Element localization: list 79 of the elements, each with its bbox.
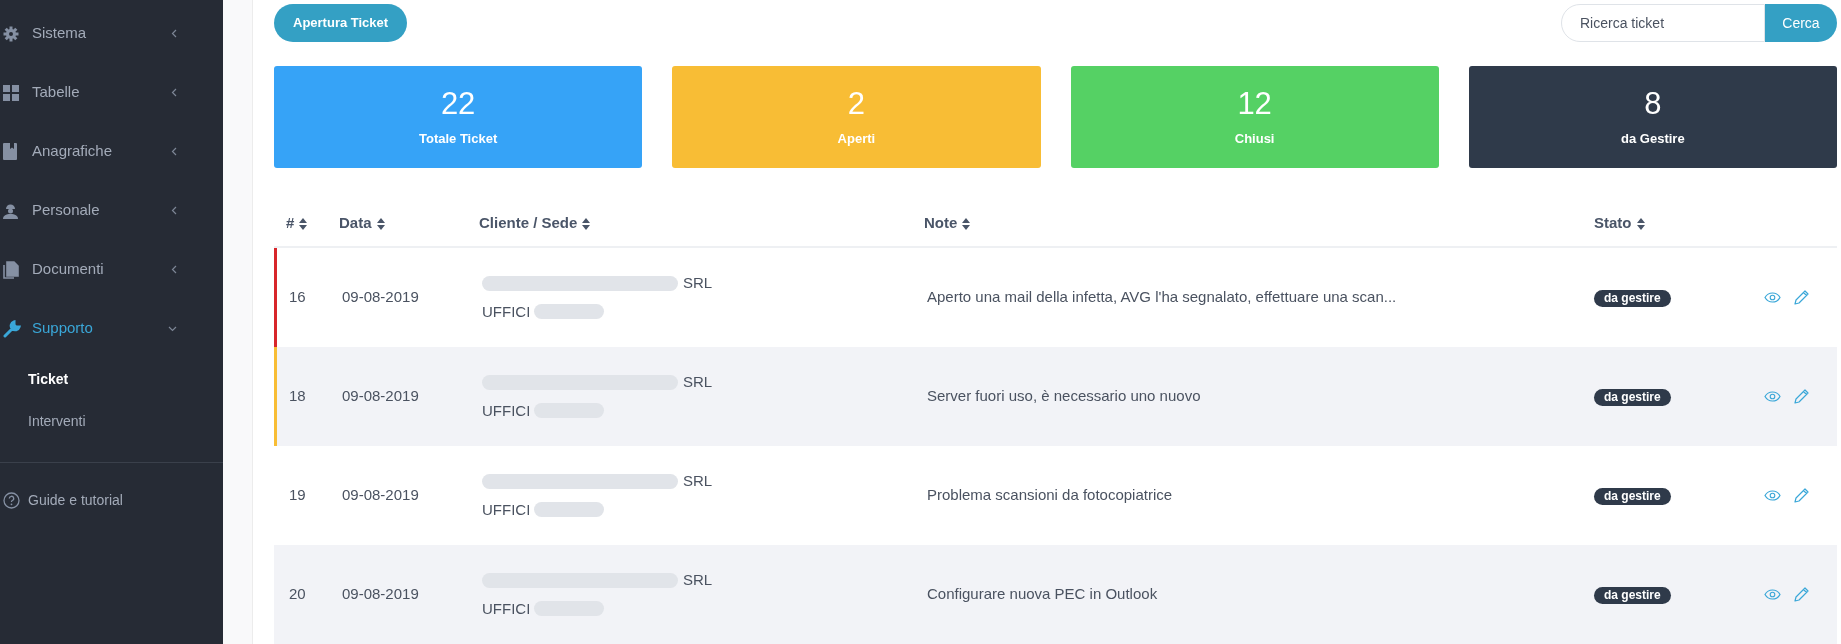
table-cell: 18 [289,387,306,405]
table-cell: 09-08-2019 [342,585,419,603]
table-cell: 09-08-2019 [342,486,419,504]
stat-label: Totale Ticket [419,130,498,149]
stat-label: Aperti [837,130,876,149]
column-header[interactable]: Stato [1594,212,1645,235]
help-icon [3,491,20,509]
chevron-left-icon [171,206,177,215]
status-badge: da gestire [1594,290,1671,308]
column-header[interactable]: Data [339,212,385,235]
stat-value: 8 [1644,85,1662,124]
status-badge: da gestire [1594,488,1671,506]
stat-label: Chiusi [1234,130,1275,149]
view-icon[interactable] [1764,292,1781,303]
table-cell: 20 [289,585,306,603]
table-cell-text: SRL [683,273,713,293]
table-cell-text: SRL [683,471,713,491]
column-header[interactable]: Cliente / Sede [479,212,591,235]
table-cell: 09-08-2019 [342,288,419,306]
chevron-left-icon [171,29,177,38]
sidebar-item[interactable]: Guide e tutorial [0,480,223,520]
column-header[interactable]: # [286,212,308,235]
table-cell-text: SRL [683,570,713,590]
blurred-text [534,502,605,518]
gear-icon [3,25,19,42]
status-badge: da gestire [1594,389,1671,407]
table-row[interactable]: 20 09-08-2019 SRL UFFICI Configurare nuova PEC in Outlook da gestire [274,545,1837,644]
sort-icon [299,217,308,230]
table-cell-text: UFFICI [482,598,531,619]
wrench-icon [3,319,21,338]
sort-icon [962,217,971,230]
stat-label: da Gestire [1621,130,1685,149]
edit-icon[interactable] [1794,290,1809,305]
search-field[interactable]: Ricerca ticket [1561,4,1765,42]
stat-value: 22 [440,85,476,124]
sidebar-item[interactable]: Anagrafiche [0,122,223,181]
table-cell-text: UFFICI [482,400,531,421]
table-cell: 19 [289,486,306,504]
submenu-item[interactable]: Interventi [0,400,223,442]
table-cell: Aperto una mail della infetta, AVG l'ha segnalato, effettuare una scan... [927,288,1397,306]
sort-icon [582,217,591,230]
edit-icon[interactable] [1794,587,1809,602]
sort-icon [376,217,385,230]
worker-icon [3,202,18,219]
submenu-item[interactable]: Ticket [0,358,223,400]
chevron-down-icon [168,325,177,332]
sort-icon [1636,217,1645,230]
table-cell: Server fuori uso, è necessario uno nuovo [927,387,1201,405]
column-header[interactable]: Note [924,212,971,235]
status-badge: da gestire [1594,587,1671,605]
stat-value: 12 [1237,85,1272,124]
table-cell-text: UFFICI [482,499,531,520]
table-row[interactable]: 16 09-08-2019 SRL UFFICI Aperto una mail della infetta, AVG l'ha segnalato, effettuare una scan... da gestire [274,248,1837,347]
view-icon[interactable] [1764,490,1781,501]
table-cell-text: SRL [683,372,713,392]
sidebar-item[interactable]: Supporto [0,299,223,358]
table-cell-text: UFFICI [482,301,531,322]
documents-icon [3,260,19,279]
edit-icon[interactable] [1794,389,1809,404]
edit-icon[interactable] [1794,488,1809,503]
view-icon[interactable] [1764,589,1781,600]
table-row[interactable]: 19 09-08-2019 SRL UFFICI Problema scansioni da fotocopiatrice da gestire [274,446,1837,545]
sidebar-item[interactable]: Documenti [0,240,223,299]
chevron-left-icon [171,147,177,156]
book-icon [3,143,17,160]
sidebar-item[interactable]: Sistema [0,4,223,63]
table-cell: Configurare nuova PEC in Outlook [927,585,1158,603]
sidebar-item[interactable]: Personale [0,181,223,240]
grid-icon [3,84,19,101]
table-row[interactable]: 18 09-08-2019 SRL UFFICI Server fuori uso, è necessario uno nuovo da gestire [274,347,1837,446]
blurred-text [534,304,605,320]
chevron-left-icon [171,265,177,274]
stat-value: 2 [847,85,865,124]
table-cell: 16 [289,288,306,306]
table-cell: 09-08-2019 [342,387,419,405]
chevron-left-icon [171,88,177,97]
view-icon[interactable] [1764,391,1781,402]
sidebar-item[interactable]: Tabelle [0,63,223,122]
table-cell: Problema scansioni da fotocopiatrice [927,486,1173,504]
